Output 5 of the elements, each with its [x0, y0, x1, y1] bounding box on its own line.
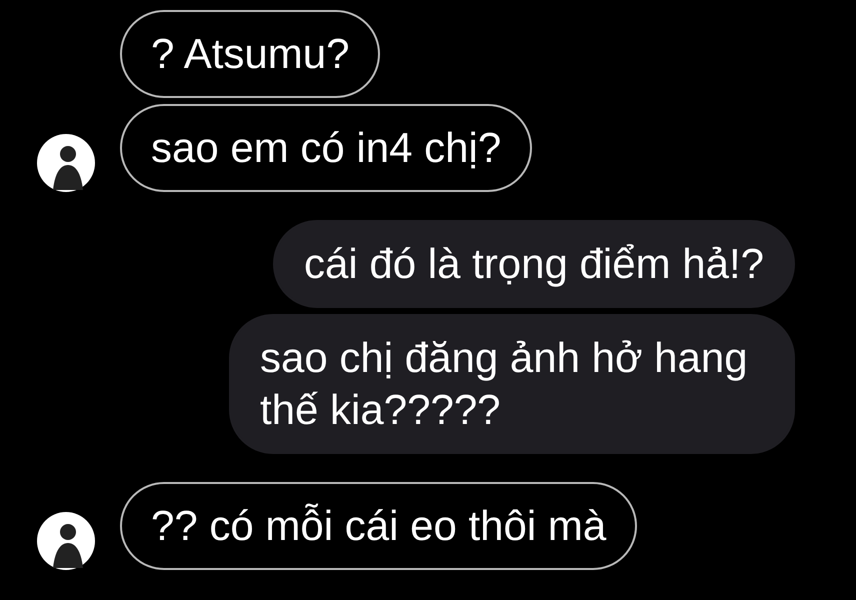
message-bubble: ?? có mỗi cái eo thôi mà	[120, 482, 638, 570]
message-bubble: ? Atsumu?	[120, 10, 380, 98]
message-bubble: sao chị đăng ảnh hở hang thế kia?????	[229, 314, 795, 454]
message-bubble: sao em có in4 chị?	[120, 104, 532, 192]
message-bubble: cái đó là trọng điểm hả!?	[273, 220, 795, 308]
